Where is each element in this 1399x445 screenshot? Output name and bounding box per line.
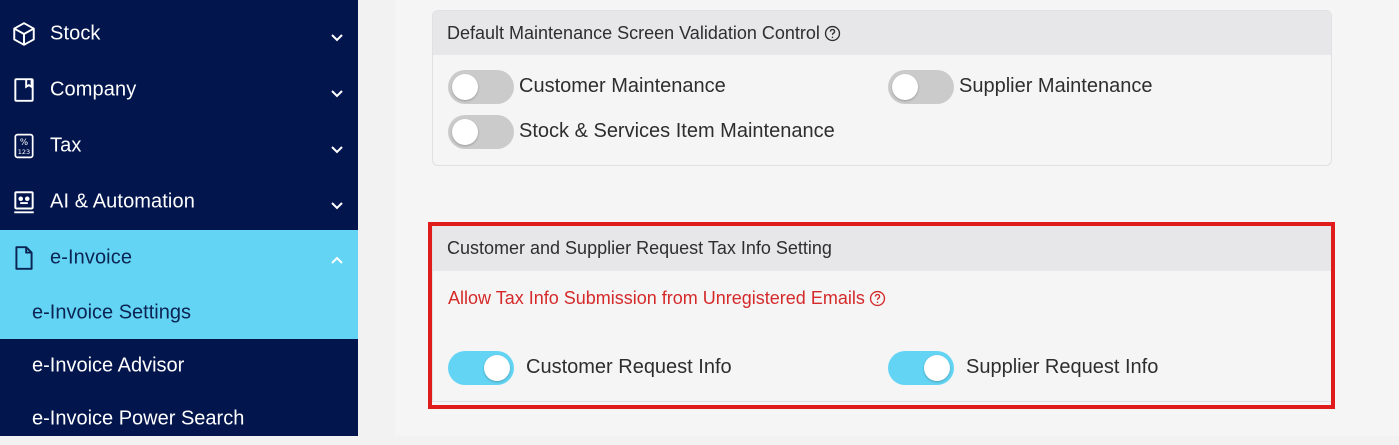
sidebar-subitem-label: e-Invoice Power Search (32, 407, 245, 429)
chevron-up-icon (330, 253, 344, 264)
sidebar-item-label: Stock (50, 22, 101, 45)
svg-text:123: 123 (18, 148, 30, 156)
percent-calculator-icon: % 123 (11, 133, 37, 159)
sidebar-item-label: Tax (50, 134, 82, 157)
panel-title: Customer and Supplier Request Tax Info S… (447, 237, 832, 258)
sidebar-item-ai-automation[interactable]: AI & Automation (0, 174, 358, 230)
sidebar-subitem-e-invoice-advisor[interactable]: e-Invoice Advisor (0, 339, 358, 392)
customer-maintenance-label: Customer Maintenance (519, 75, 726, 97)
sidebar-item-stock[interactable]: Stock (0, 6, 358, 62)
sidebar-item-label: e-Invoice (50, 246, 133, 269)
cube-icon (11, 21, 37, 47)
sidebar-subitem-e-invoice-power-search[interactable]: e-Invoice Power Search (0, 392, 358, 445)
warning-label: Allow Tax Info Submission from Unregiste… (448, 288, 865, 308)
panel-header: Customer and Supplier Request Tax Info S… (433, 225, 1331, 271)
unregistered-emails-warning: Allow Tax Info Submission from Unregiste… (448, 288, 886, 309)
toggle-knob (452, 74, 478, 100)
bookmark-icon (11, 77, 37, 103)
toggle-knob (892, 74, 918, 100)
stock-services-maintenance-toggle[interactable] (448, 115, 514, 149)
chevron-down-icon (330, 197, 344, 210)
sidebar-item-label: Company (50, 78, 137, 101)
customer-maintenance-toggle[interactable] (448, 70, 514, 104)
chevron-down-icon (330, 29, 344, 42)
stock-services-maintenance-label: Stock & Services Item Maintenance (519, 120, 835, 142)
sidebar: Stock Company % 123 Tax AI & Automation … (0, 0, 358, 436)
panel-title: Default Maintenance Screen Validation Co… (447, 22, 820, 43)
supplier-request-info-label: Supplier Request Info (966, 356, 1159, 378)
robot-icon (11, 189, 37, 215)
sidebar-subitem-label: e-Invoice Advisor (32, 354, 185, 376)
supplier-maintenance-label: Supplier Maintenance (959, 75, 1153, 97)
sidebar-subitem-label: e-Invoice Settings (32, 301, 191, 323)
help-icon[interactable] (824, 25, 841, 42)
toggle-knob (452, 119, 478, 145)
svg-text:%: % (20, 138, 28, 148)
customer-request-info-label: Customer Request Info (526, 356, 732, 378)
customer-request-info-toggle[interactable] (448, 351, 514, 385)
document-icon (11, 245, 37, 271)
sidebar-subitem-e-invoice-settings[interactable]: e-Invoice Settings (0, 286, 358, 339)
supplier-maintenance-toggle[interactable] (888, 70, 954, 104)
sidebar-item-e-invoice[interactable]: e-Invoice (0, 230, 358, 286)
sidebar-item-tax[interactable]: % 123 Tax (0, 118, 358, 174)
chevron-down-icon (330, 141, 344, 154)
toggle-knob (484, 355, 510, 381)
panel-header: Default Maintenance Screen Validation Co… (433, 11, 1331, 55)
supplier-request-info-toggle[interactable] (888, 351, 954, 385)
help-icon[interactable] (869, 290, 886, 307)
chevron-down-icon (330, 85, 344, 98)
sidebar-item-company[interactable]: Company (0, 62, 358, 118)
sidebar-item-label: AI & Automation (50, 190, 195, 213)
toggle-knob (924, 355, 950, 381)
